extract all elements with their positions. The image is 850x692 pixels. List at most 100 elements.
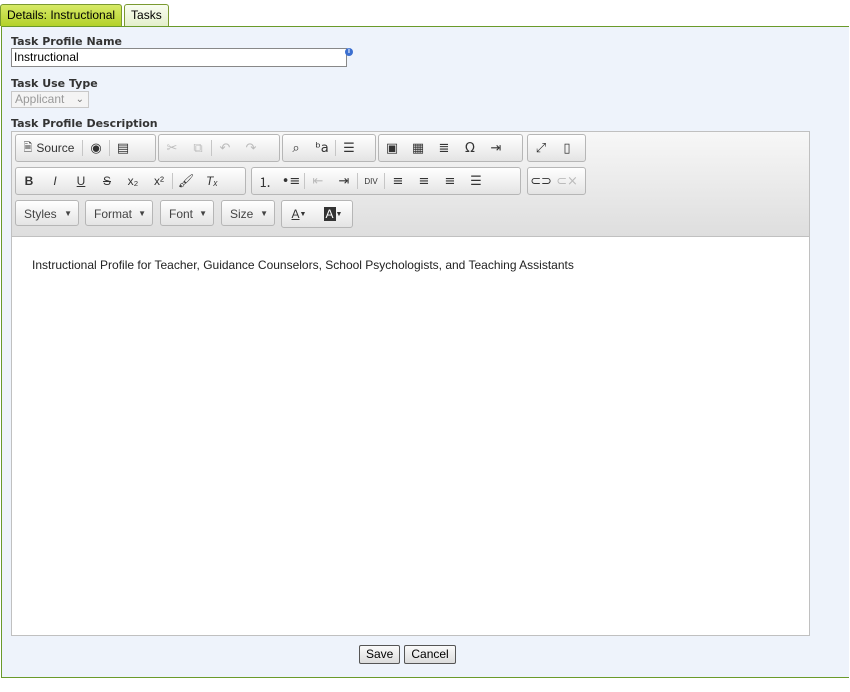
tab-details[interactable]: Details: Instructional	[0, 4, 123, 26]
outdent-icon: ⇤	[312, 173, 324, 189]
toolbar-group-insert: ▣ ▦ ≣ Ω ⇥	[378, 134, 523, 162]
page-break-button[interactable]: ⇥	[483, 135, 509, 161]
indent-button[interactable]: ⇥	[331, 168, 357, 194]
source-label: Source	[36, 141, 75, 155]
chevron-down-icon: ⌄	[75, 94, 84, 105]
caret-down-icon: ▼	[138, 209, 146, 218]
copy-format-button[interactable]: 🖌	[173, 168, 199, 194]
templates-button[interactable]: ▤	[110, 135, 136, 161]
align-center-icon: ≡	[418, 173, 430, 189]
special-char-button[interactable]: Ω	[457, 135, 483, 161]
maximize-button[interactable]: ⤢	[528, 135, 554, 161]
show-blocks-icon: ▯	[563, 140, 571, 156]
numbered-list-icon: ⒈	[258, 175, 272, 191]
format-dropdown[interactable]: Format ▼	[85, 200, 153, 226]
replace-button[interactable]: ᵇa	[309, 135, 335, 161]
toolbar-group-find: ⌕ ᵇa ☰	[282, 134, 376, 162]
document-icon: ▤	[116, 140, 130, 156]
text-color-icon: A	[291, 207, 300, 221]
paintbrush-icon: 🖌	[177, 173, 195, 189]
unlink-icon: ⊂×	[556, 173, 578, 189]
caret-down-icon: ▼	[199, 209, 207, 218]
outdent-button[interactable]: ⇤	[305, 168, 331, 194]
underline-button[interactable]: U	[68, 168, 94, 194]
strike-icon: S	[102, 174, 111, 188]
superscript-button[interactable]: x²	[146, 168, 172, 194]
table-button[interactable]: ▦	[405, 135, 431, 161]
background-color-button[interactable]: A ▼	[316, 201, 350, 227]
justify-icon: ☰	[470, 173, 482, 189]
redo-icon: ↷	[245, 140, 257, 156]
spellcheck-icon: ☰	[343, 140, 355, 156]
cut-button[interactable]: ✂	[159, 135, 185, 161]
toolbar-group-view: ⤢ ▯	[527, 134, 586, 162]
redo-button[interactable]: ↷	[238, 135, 264, 161]
toolbar-group-basicstyles: B I U S x₂ x² 🖌 Tₓ	[15, 167, 246, 195]
use-type-label: Task Use Type	[11, 77, 98, 90]
use-type-value: Applicant	[15, 92, 65, 106]
align-center-button[interactable]: ≡	[411, 168, 437, 194]
spellcheck-button[interactable]: ☰	[336, 135, 362, 161]
toolbar-group-paragraph: ⒈ •≡ ⇤ ⇥ DIV ≡ ≡ ≡ ☰	[251, 167, 521, 195]
numbered-list-button[interactable]: ⒈	[252, 168, 278, 194]
align-right-button[interactable]: ≡	[437, 168, 463, 194]
text-color-button[interactable]: A ▼	[282, 201, 316, 227]
table-icon: ▦	[411, 140, 425, 156]
toolbar-group-document: 🗎 Source ◉ ▤	[15, 134, 156, 162]
bold-button[interactable]: B	[16, 168, 42, 194]
profile-name-input[interactable]: Instructional	[11, 48, 347, 67]
scissors-icon: ✂	[166, 140, 178, 156]
styles-dropdown[interactable]: Styles ▼	[15, 200, 79, 226]
caret-down-icon: ▼	[299, 210, 307, 218]
info-icon[interactable]: i	[345, 48, 353, 56]
bold-icon: B	[24, 174, 34, 188]
editor-toolbar: 🗎 Source ◉ ▤ ✂ ⧉ ↶ ↷ ⌕ ᵇa ☰ ▣ ▦ ≣ Ω ⇥ ⤢ …	[12, 132, 809, 237]
save-button[interactable]: Save	[359, 645, 401, 664]
strike-button[interactable]: S	[94, 168, 120, 194]
find-button[interactable]: ⌕	[283, 135, 309, 161]
bulleted-list-button[interactable]: •≡	[278, 168, 304, 194]
horizontal-line-button[interactable]: ≣	[431, 135, 457, 161]
link-icon: ⊂⊃	[530, 173, 552, 189]
italic-button[interactable]: I	[42, 168, 68, 194]
caret-down-icon: ▼	[335, 210, 343, 218]
align-right-icon: ≡	[444, 173, 456, 189]
justify-button[interactable]: ☰	[463, 168, 489, 194]
editor-content[interactable]: Instructional Profile for Teacher, Guida…	[32, 258, 574, 272]
caret-down-icon: ▼	[260, 209, 268, 218]
tab-tasks[interactable]: Tasks	[124, 4, 169, 26]
subscript-button[interactable]: x₂	[120, 168, 146, 194]
indent-icon: ⇥	[338, 173, 350, 189]
italic-icon: I	[53, 174, 57, 188]
source-button[interactable]: 🗎 Source	[16, 135, 82, 161]
unlink-button[interactable]: ⊂×	[554, 168, 580, 194]
underline-icon: U	[76, 174, 86, 188]
copy-button[interactable]: ⧉	[185, 135, 211, 161]
align-left-icon: ≡	[392, 173, 404, 189]
show-blocks-button[interactable]: ▯	[554, 135, 580, 161]
profile-name-label: Task Profile Name	[11, 35, 123, 48]
omega-icon: Ω	[465, 140, 475, 156]
caret-down-icon: ▼	[64, 209, 72, 218]
div-button[interactable]: DIV	[358, 168, 384, 194]
div-icon: DIV	[364, 176, 378, 186]
tab-bar: Details: Instructional Tasks	[0, 4, 171, 27]
link-button[interactable]: ⊂⊃	[528, 168, 554, 194]
background-color-icon: A	[323, 207, 336, 221]
form-actions: Save Cancel	[359, 645, 456, 664]
horizontal-line-icon: ≣	[438, 140, 450, 156]
image-icon: ▣	[385, 140, 399, 156]
align-left-button[interactable]: ≡	[385, 168, 411, 194]
copy-icon: ⧉	[193, 140, 203, 156]
accessibility-icon: ◉	[90, 140, 102, 156]
toolbar-group-colors: A ▼ A ▼	[281, 200, 353, 228]
remove-format-icon: Tₓ	[206, 174, 218, 188]
accessibility-button[interactable]: ◉	[83, 135, 109, 161]
font-dropdown[interactable]: Font ▼	[160, 200, 214, 226]
undo-button[interactable]: ↶	[212, 135, 238, 161]
cancel-button[interactable]: Cancel	[404, 645, 456, 664]
image-button[interactable]: ▣	[379, 135, 405, 161]
size-dropdown[interactable]: Size ▼	[221, 200, 275, 226]
page-break-icon: ⇥	[490, 140, 502, 156]
remove-format-button[interactable]: Tₓ	[199, 168, 225, 194]
